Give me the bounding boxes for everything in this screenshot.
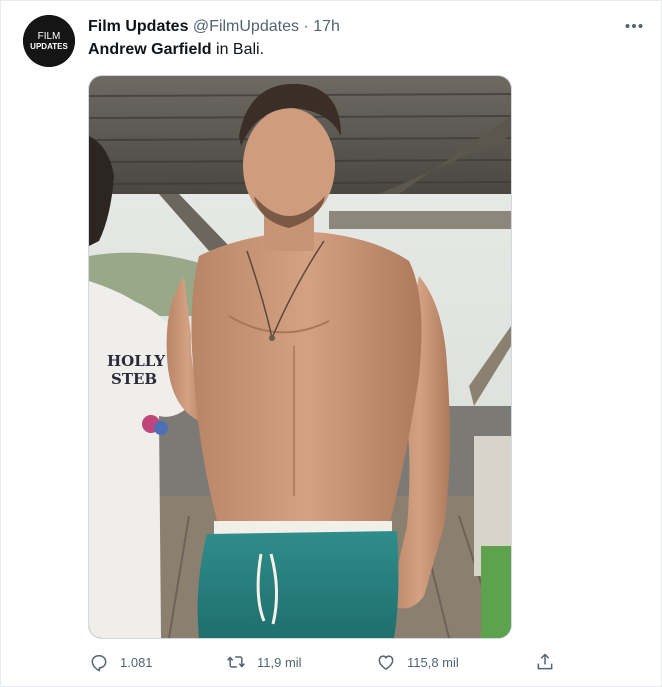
tweet-header: Film Updates @FilmUpdates · 17h bbox=[88, 16, 340, 38]
tweet-timestamp[interactable]: 17h bbox=[313, 18, 340, 35]
photo-illustration: HOLLY STEB bbox=[89, 76, 511, 638]
avatar[interactable]: FILM UPDATES bbox=[23, 15, 75, 67]
more-horizontal-icon bbox=[625, 24, 643, 28]
tweet-text: Andrew Garfield in Bali. bbox=[88, 39, 264, 61]
separator-dot: · bbox=[303, 18, 309, 35]
shirt-text-line2: STEB bbox=[111, 370, 157, 388]
more-options-button[interactable] bbox=[622, 15, 646, 37]
share-button[interactable] bbox=[534, 649, 566, 675]
retweet-button[interactable]: 11,9 mil bbox=[225, 649, 302, 675]
heart-icon bbox=[375, 651, 397, 673]
reply-button[interactable]: 1.081 bbox=[88, 649, 153, 675]
avatar-text-top: FILM bbox=[38, 31, 61, 42]
tweet-text-bold: Andrew Garfield bbox=[88, 41, 212, 58]
tweet-photo[interactable]: HOLLY STEB bbox=[88, 75, 512, 639]
shirt-text-line1: HOLLY bbox=[107, 352, 165, 370]
retweet-count: 11,9 mil bbox=[257, 654, 302, 670]
film-updates-logo: FILM UPDATES bbox=[23, 15, 75, 67]
author-handle[interactable]: @FilmUpdates bbox=[193, 18, 299, 35]
reply-count: 1.081 bbox=[120, 654, 153, 670]
tweet-actions: 1.081 11,9 mil 115,8 mil bbox=[88, 649, 558, 675]
retweet-icon bbox=[225, 651, 247, 673]
share-icon bbox=[534, 651, 556, 673]
author-name[interactable]: Film Updates bbox=[88, 18, 188, 35]
like-button[interactable]: 115,8 mil bbox=[375, 649, 459, 675]
tweet-card[interactable]: FILM UPDATES Film Updates @FilmUpdates ·… bbox=[0, 0, 662, 687]
like-count: 115,8 mil bbox=[407, 654, 459, 670]
reply-icon bbox=[88, 651, 110, 673]
avatar-text-bottom: UPDATES bbox=[30, 42, 68, 51]
tweet-text-rest: in Bali. bbox=[211, 41, 265, 58]
